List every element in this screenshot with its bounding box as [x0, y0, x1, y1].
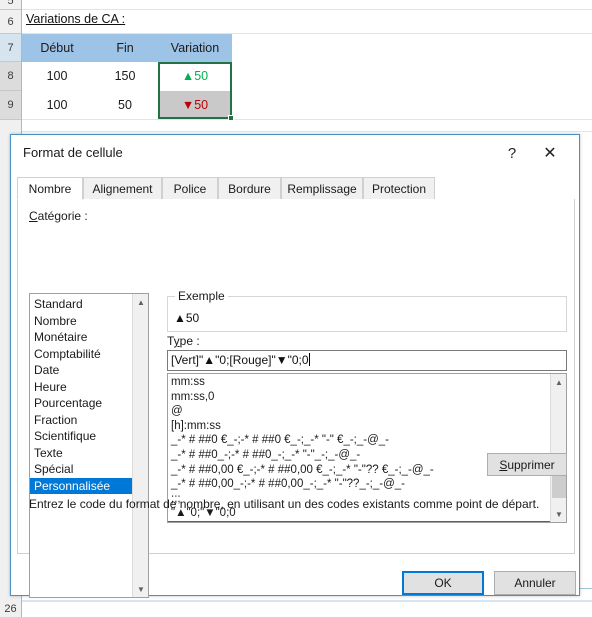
tab-remplissage[interactable]: Remplissage [281, 177, 363, 200]
categorie-item-date[interactable]: Date [30, 362, 133, 379]
help-icon[interactable]: ? [497, 139, 527, 167]
column-header-fin[interactable]: Fin [92, 34, 158, 62]
ok-button[interactable]: OK [402, 571, 484, 595]
type-input[interactable]: [Vert]"▲"0;[Rouge]"▼"0;0 [167, 350, 567, 371]
scroll-up-icon[interactable]: ▲ [551, 374, 566, 390]
cell-fin-r9[interactable]: 50 [92, 91, 158, 119]
categorie-item-fraction[interactable]: Fraction [30, 412, 133, 429]
gridline [22, 119, 592, 120]
format-item[interactable]: @ [168, 404, 551, 419]
tab-nombre[interactable]: Nombre [17, 177, 83, 200]
categorie-item-pourcentage[interactable]: Pourcentage [30, 395, 133, 412]
column-header-debut[interactable]: Début [22, 34, 92, 62]
dialog-title: Format de cellule [23, 145, 123, 160]
type-input-value: [Vert]"▲"0;[Rouge]"▼"0;0 [171, 353, 309, 367]
text-caret [308, 353, 310, 366]
sheet-bottom-strip-accent [22, 600, 592, 602]
categorie-item-texte[interactable]: Texte [30, 445, 133, 462]
format-cells-dialog: Format de cellule ? ✕ Nombre Alignement … [10, 134, 580, 598]
tab-bordure[interactable]: Bordure [218, 177, 281, 200]
exemple-value: ▲50 [174, 311, 200, 325]
categorie-item-comptabilite[interactable]: Comptabilité [30, 346, 133, 363]
scroll-down-icon[interactable]: ▼ [551, 506, 566, 522]
row-header-5[interactable]: 5 [0, 0, 21, 10]
format-item[interactable]: _-* # ##0 €_-;-* # ##0 €_-;_-* "-" €_-;_… [168, 433, 551, 448]
format-item[interactable]: [h]:mm:ss [168, 419, 551, 434]
categorie-scrollbar[interactable]: ▲ ▼ [132, 294, 148, 597]
format-item[interactable]: _-* # ##0,00_-;-* # ##0,00_-;_-* "-"??_-… [168, 477, 551, 492]
categorie-label: Catégorie : [29, 209, 88, 223]
column-header-variation[interactable]: Variation [158, 34, 232, 62]
tab-strip: Nombre Alignement Police Bordure Remplis… [17, 177, 575, 201]
tab-alignement[interactable]: Alignement [83, 177, 162, 200]
cancel-button[interactable]: Annuler [494, 571, 576, 595]
row-header-26[interactable]: 26 [0, 601, 21, 617]
format-list-scrollbar[interactable]: ▲ ▼ [550, 374, 566, 522]
supprimer-button[interactable]: Supprimer [487, 453, 567, 476]
hint-text: Entrez le code du format de nombre, en u… [29, 497, 540, 511]
row-header-7[interactable]: 7 [0, 34, 21, 62]
row-header-9[interactable]: 9 [0, 91, 21, 120]
cell-fin-r8[interactable]: 150 [92, 62, 158, 90]
categorie-item-heure[interactable]: Heure [30, 379, 133, 396]
categorie-item-monetaire[interactable]: Monétaire [30, 329, 133, 346]
screen-root: 5 6 7 8 9 26 Variations de CA : Début Fi… [0, 0, 592, 617]
format-item-selected[interactable]: [Vert]"▲"0;[Rouge]"▼"0;0 [168, 520, 551, 522]
cell-title-variations[interactable]: Variations de CA : [26, 12, 125, 26]
categorie-item-scientifique[interactable]: Scientifique [30, 428, 133, 445]
categorie-listbox[interactable]: Standard Nombre Monétaire Comptabilité D… [29, 293, 149, 598]
row-header-label: 8 [7, 70, 14, 82]
cell-debut-r9[interactable]: 100 [22, 91, 92, 119]
row-header-label: 5 [7, 0, 14, 7]
scroll-down-icon[interactable]: ▼ [133, 581, 148, 597]
format-item[interactable]: mm:ss [168, 375, 551, 390]
scroll-up-icon[interactable]: ▲ [133, 294, 148, 310]
format-item[interactable]: mm:ss,0 [168, 390, 551, 405]
fill-handle[interactable] [228, 115, 234, 121]
row-header-label: 9 [7, 99, 14, 111]
row-header-6[interactable]: 6 [0, 10, 21, 34]
gridline [22, 9, 592, 10]
categorie-item-special[interactable]: Spécial [30, 461, 133, 478]
close-icon[interactable]: ✕ [535, 139, 565, 167]
cell-debut-r8[interactable]: 100 [22, 62, 92, 90]
categorie-item-personnalisee[interactable]: Personnalisée [30, 477, 133, 494]
row-header-label: 6 [7, 15, 14, 28]
categorie-item-nombre[interactable]: Nombre [30, 313, 133, 330]
tab-police[interactable]: Police [162, 177, 218, 200]
tab-protection[interactable]: Protection [363, 177, 435, 200]
categorie-item-standard[interactable]: Standard [30, 296, 133, 313]
row-header-label: 7 [7, 41, 14, 54]
selection-range-border [158, 62, 232, 119]
gridline [22, 131, 592, 132]
dialog-titlebar: Format de cellule ? ✕ [11, 135, 579, 171]
categorie-list: Standard Nombre Monétaire Comptabilité D… [30, 294, 133, 494]
exemple-label: Exemple [175, 289, 228, 303]
row-header-label: 26 [4, 603, 17, 615]
type-label: Type : [167, 334, 200, 348]
row-header-8[interactable]: 8 [0, 62, 21, 91]
